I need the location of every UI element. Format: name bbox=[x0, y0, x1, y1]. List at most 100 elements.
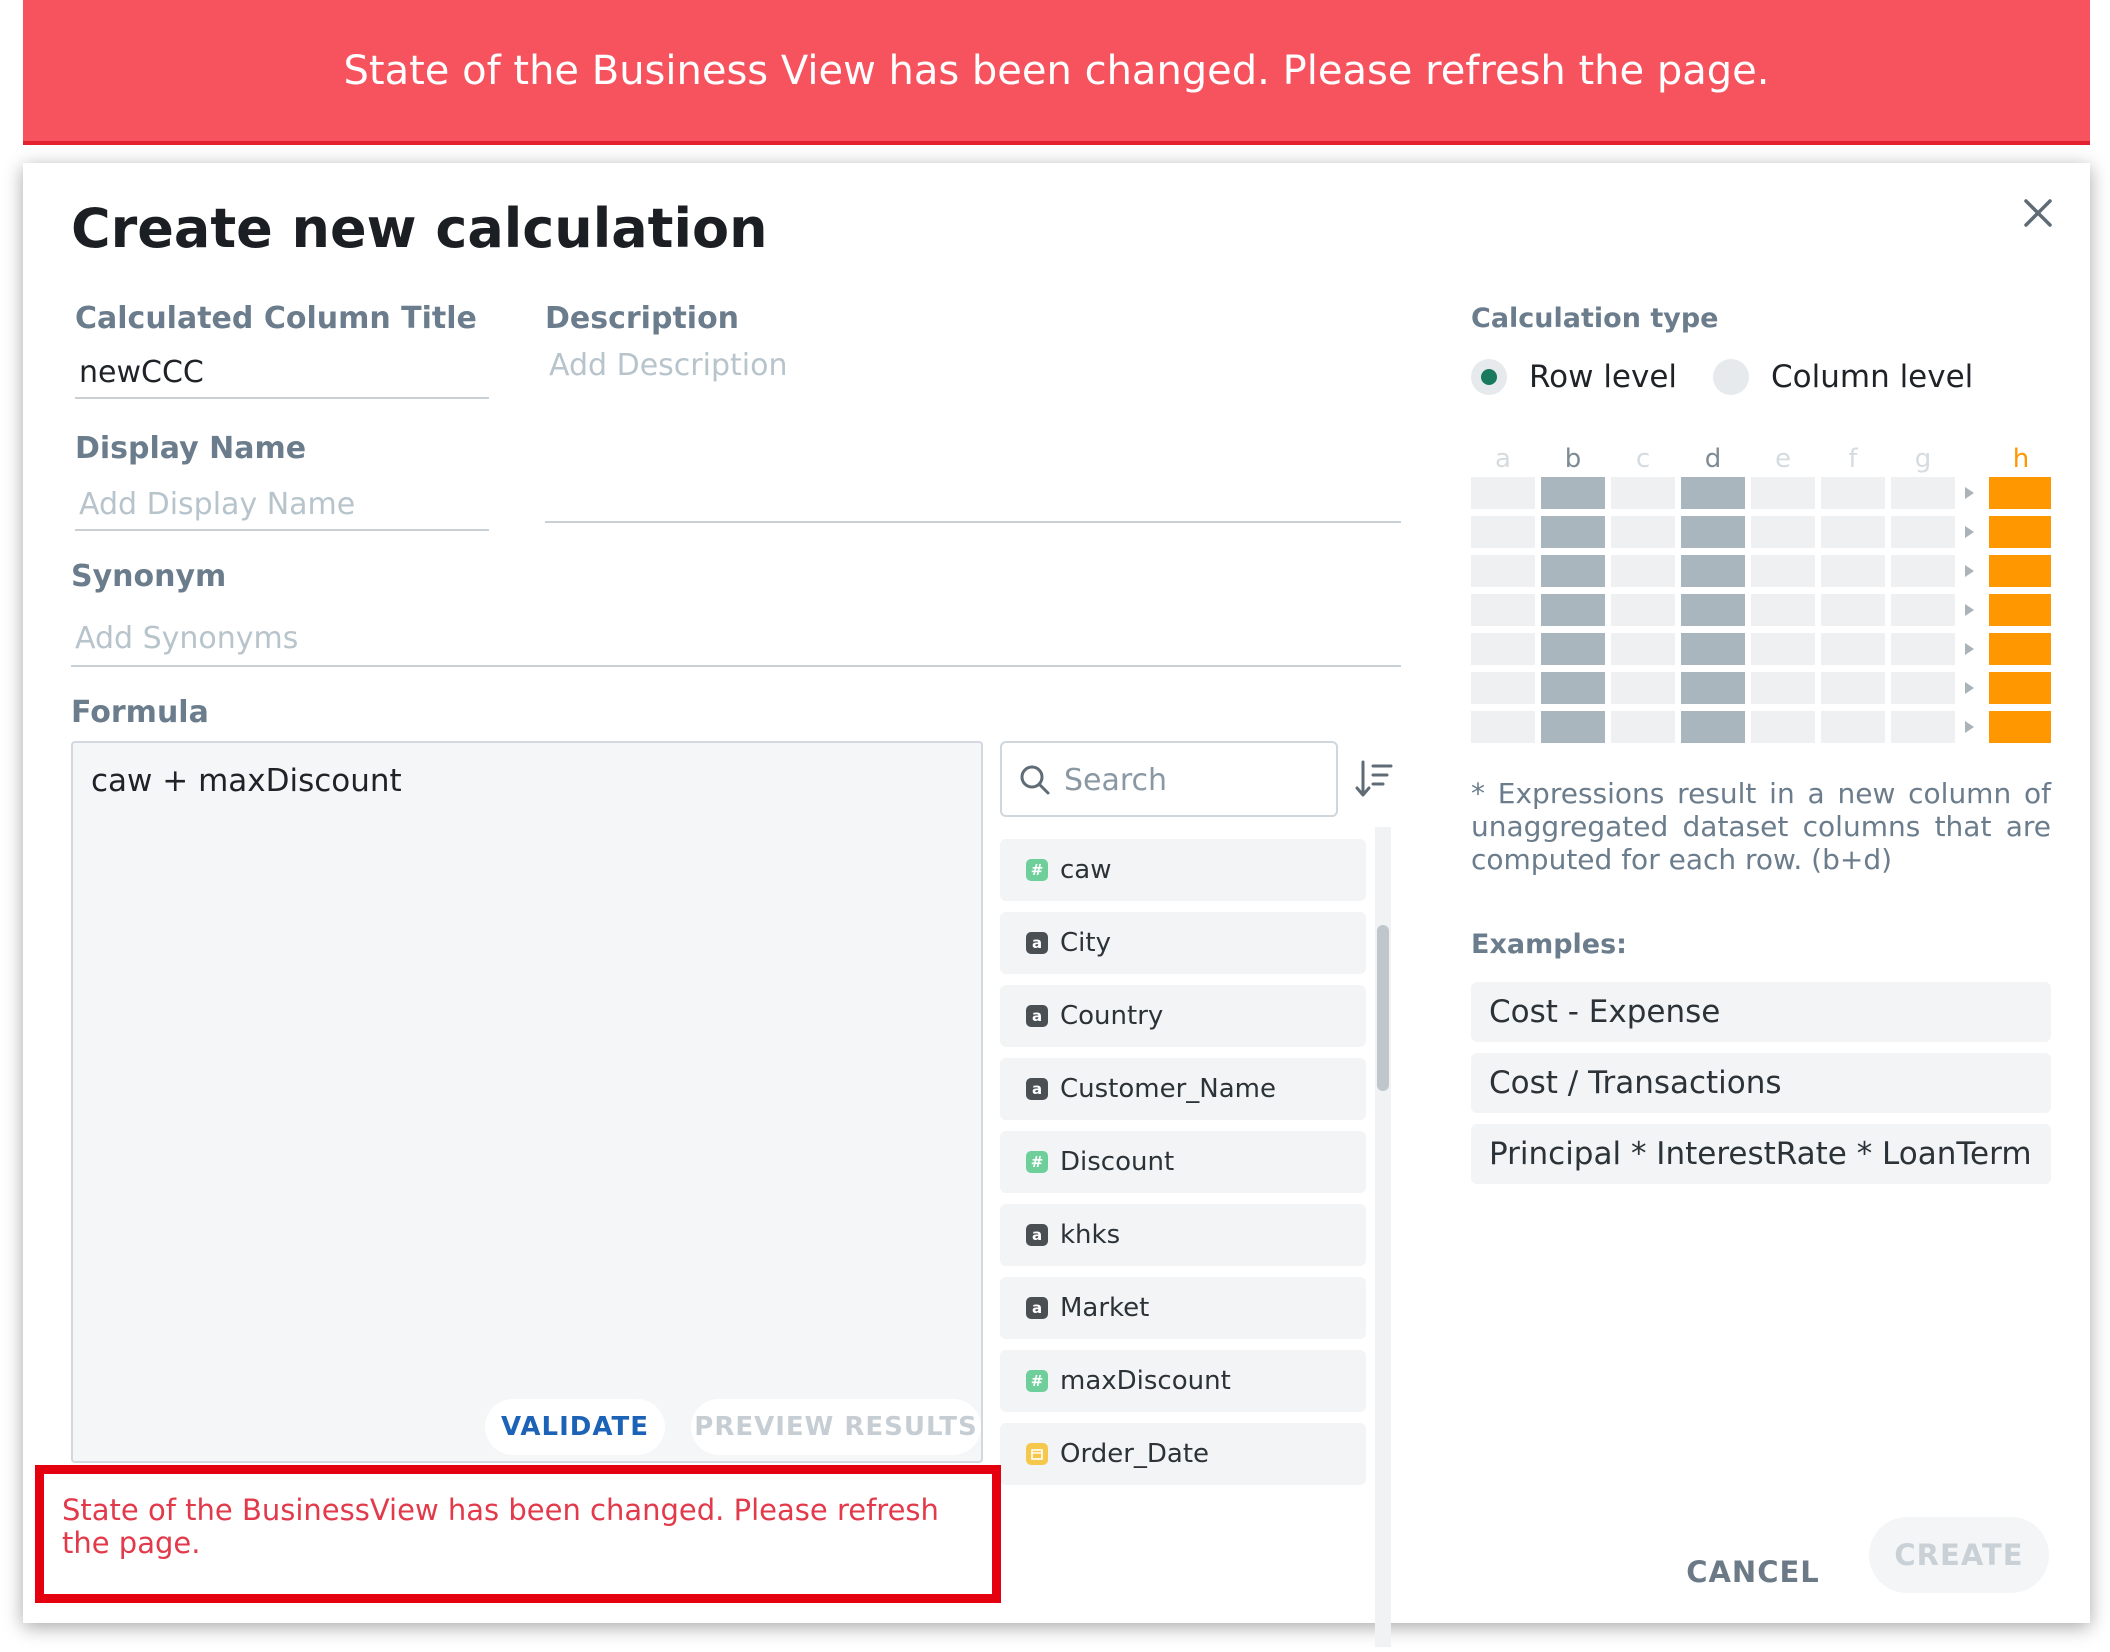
formula-text: caw + maxDiscount bbox=[91, 763, 402, 799]
display-name-label: Display Name bbox=[75, 431, 307, 466]
grid-cell-d bbox=[1681, 594, 1745, 626]
sort-icon[interactable] bbox=[1353, 758, 1395, 800]
column-name: Customer_Name bbox=[1060, 1074, 1276, 1104]
grid-cell-f bbox=[1821, 555, 1885, 587]
column-item-khks[interactable]: a khks bbox=[1000, 1204, 1366, 1266]
text-type-icon: a bbox=[1026, 1078, 1048, 1100]
numeric-type-icon: # bbox=[1026, 1370, 1048, 1392]
grid-cell-a bbox=[1471, 633, 1535, 665]
grid-cell-e bbox=[1751, 516, 1815, 548]
error-message-box: State of the BusinessView has been chang… bbox=[35, 1465, 1001, 1603]
column-item-maxdiscount[interactable]: # maxDiscount bbox=[1000, 1350, 1366, 1412]
search-icon bbox=[1020, 765, 1050, 795]
create-button[interactable]: CREATE bbox=[1869, 1517, 2049, 1593]
example-item[interactable]: Cost - Expense bbox=[1471, 982, 2051, 1042]
calendar-icon bbox=[1026, 1443, 1048, 1465]
grid-cell-g bbox=[1891, 477, 1955, 509]
example-item[interactable]: Principal * InterestRate * LoanTerm bbox=[1471, 1124, 2051, 1184]
grid-cell-f bbox=[1821, 633, 1885, 665]
grid-cell-f bbox=[1821, 516, 1885, 548]
grid-cell-d bbox=[1681, 516, 1745, 548]
grid-cell-f bbox=[1821, 711, 1885, 743]
grid-cell-a bbox=[1471, 711, 1535, 743]
grid-cell-g bbox=[1891, 555, 1955, 587]
grid-cell-d bbox=[1681, 633, 1745, 665]
column-name: Country bbox=[1060, 1001, 1164, 1031]
grid-column-letter-g: g bbox=[1915, 444, 1932, 474]
synonym-label: Synonym bbox=[71, 559, 227, 594]
column-name: Market bbox=[1060, 1293, 1150, 1323]
grid-cell-f bbox=[1821, 672, 1885, 704]
grid-cell-e bbox=[1751, 633, 1815, 665]
grid-cell-e bbox=[1751, 477, 1815, 509]
title-input[interactable] bbox=[75, 347, 489, 399]
column-item-discount[interactable]: # Discount bbox=[1000, 1131, 1366, 1193]
grid-cell-b bbox=[1541, 555, 1605, 587]
grid-cell-a bbox=[1471, 477, 1535, 509]
radio-unselected-icon bbox=[1713, 359, 1749, 395]
grid-cell-e bbox=[1751, 555, 1815, 587]
grid-cell-h bbox=[1989, 672, 2051, 704]
column-item-market[interactable]: a Market bbox=[1000, 1277, 1366, 1339]
column-name: caw bbox=[1060, 855, 1112, 885]
preview-results-button[interactable]: PREVIEW RESULTS bbox=[691, 1399, 981, 1455]
grid-cell-g bbox=[1891, 672, 1955, 704]
column-search[interactable] bbox=[1000, 741, 1338, 817]
grid-cell-g bbox=[1891, 711, 1955, 743]
column-item-country[interactable]: a Country bbox=[1000, 985, 1366, 1047]
grid-arrow-icon bbox=[1965, 526, 1974, 538]
grid-cell-b bbox=[1541, 477, 1605, 509]
description-input[interactable] bbox=[545, 341, 1401, 523]
row-level-grid-illustration: a b c d e f g h bbox=[1471, 444, 2051, 743]
grid-cell-g bbox=[1891, 516, 1955, 548]
grid-arrow-icon bbox=[1965, 487, 1974, 499]
close-icon[interactable] bbox=[2018, 193, 2058, 233]
grid-column-letter-h: h bbox=[2013, 444, 2029, 474]
grid-cell-c bbox=[1611, 633, 1675, 665]
grid-cell-b bbox=[1541, 711, 1605, 743]
grid-arrow-icon bbox=[1965, 565, 1974, 577]
grid-column-letter-e: e bbox=[1775, 444, 1791, 474]
grid-column-letter-f: f bbox=[1848, 444, 1858, 474]
column-item-customer-name[interactable]: a Customer_Name bbox=[1000, 1058, 1366, 1120]
validate-button[interactable]: VALIDATE bbox=[485, 1399, 665, 1455]
column-level-radio[interactable]: Column level bbox=[1713, 359, 1973, 395]
column-name: khks bbox=[1060, 1220, 1121, 1250]
calculation-type-description: * Expressions result in a new column of … bbox=[1471, 777, 2051, 876]
formula-editor[interactable]: caw + maxDiscount VALIDATE PREVIEW RESUL… bbox=[71, 741, 983, 1463]
banner-message: State of the Business View has been chan… bbox=[343, 47, 1770, 94]
radio-label: Row level bbox=[1529, 359, 1678, 395]
grid-cell-a bbox=[1471, 594, 1535, 626]
numeric-type-icon: # bbox=[1026, 859, 1048, 881]
grid-cell-e bbox=[1751, 711, 1815, 743]
grid-cell-a bbox=[1471, 555, 1535, 587]
grid-cell-h bbox=[1989, 633, 2051, 665]
column-name: City bbox=[1060, 928, 1111, 958]
grid-cell-h bbox=[1989, 711, 2051, 743]
display-name-input[interactable] bbox=[75, 479, 489, 531]
error-message: State of the BusinessView has been chang… bbox=[62, 1493, 939, 1560]
description-label: Description bbox=[545, 301, 740, 336]
grid-cell-c bbox=[1611, 516, 1675, 548]
cancel-button[interactable]: CANCEL bbox=[1673, 1541, 1833, 1603]
grid-cell-b bbox=[1541, 516, 1605, 548]
grid-cell-h bbox=[1989, 477, 2051, 509]
column-item-order-date[interactable]: Order_Date bbox=[1000, 1423, 1366, 1485]
grid-cell-a bbox=[1471, 672, 1535, 704]
grid-cell-a bbox=[1471, 516, 1535, 548]
synonym-input[interactable] bbox=[71, 611, 1401, 667]
column-item-city[interactable]: a City bbox=[1000, 912, 1366, 974]
column-item-caw[interactable]: # caw bbox=[1000, 839, 1366, 901]
examples-label: Examples: bbox=[1471, 929, 1627, 960]
grid-cell-b bbox=[1541, 633, 1605, 665]
grid-cell-h bbox=[1989, 594, 2051, 626]
row-level-radio[interactable]: Row level bbox=[1471, 359, 1677, 395]
grid-cell-c bbox=[1611, 672, 1675, 704]
search-input[interactable] bbox=[1064, 755, 1324, 805]
grid-cell-e bbox=[1751, 672, 1815, 704]
grid-cell-c bbox=[1611, 594, 1675, 626]
grid-column-letter-b: b bbox=[1565, 444, 1582, 474]
example-item[interactable]: Cost / Transactions bbox=[1471, 1053, 2051, 1113]
grid-arrow-icon bbox=[1965, 604, 1974, 616]
numeric-type-icon: # bbox=[1026, 1151, 1048, 1173]
